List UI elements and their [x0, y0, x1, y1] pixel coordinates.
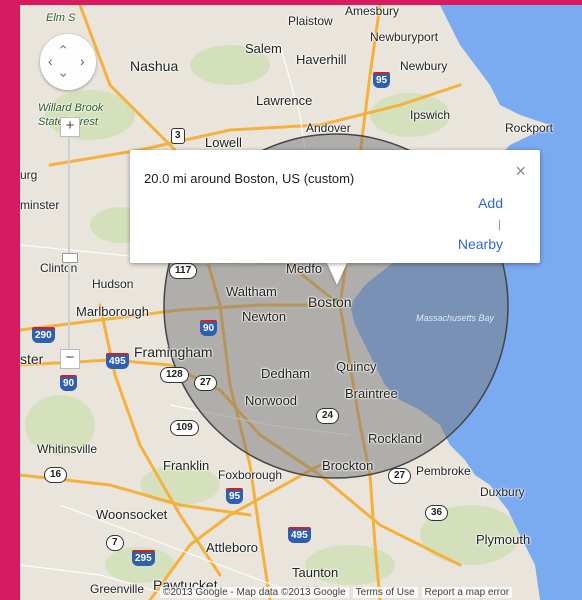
- pan-right-icon[interactable]: ›: [80, 54, 85, 68]
- report-error-link[interactable]: Report a map error: [421, 587, 513, 598]
- place-label: Boston: [308, 294, 352, 310]
- nearby-link[interactable]: Nearby: [458, 236, 503, 252]
- place-label: Marlborough: [76, 304, 149, 319]
- place-label: Brockton: [322, 458, 374, 473]
- place-label: Lawrence: [256, 93, 313, 108]
- interstate-shield: 495: [288, 527, 311, 543]
- close-icon[interactable]: ×: [515, 162, 526, 180]
- pan-control[interactable]: ‹ › ‹ ›: [40, 34, 96, 90]
- page-frame: Amesbury Plaistow Elm S Newburyport Sale…: [0, 0, 582, 600]
- place-label: minster: [20, 198, 60, 212]
- zoom-out-button[interactable]: −: [60, 349, 80, 369]
- state-route-shield: 24: [316, 408, 340, 424]
- place-label: Waltham: [226, 284, 277, 299]
- place-label: Medfo: [286, 261, 323, 276]
- place-label: Plaistow: [288, 14, 333, 28]
- state-route-shield: 27: [388, 468, 412, 484]
- water-label: Massachusetts Bay: [415, 313, 495, 323]
- place-label: Braintree: [345, 386, 398, 401]
- place-label: Ipswich: [410, 108, 451, 122]
- place-label: Duxbury: [480, 485, 525, 499]
- place-label: Quincy: [336, 359, 377, 374]
- place-label: Norwood: [245, 393, 298, 408]
- place-label: Pembroke: [416, 464, 471, 478]
- state-route-shield: 117: [169, 263, 198, 279]
- place-label: Whitinsville: [37, 442, 98, 456]
- terms-link[interactable]: Terms of Use: [352, 587, 418, 598]
- state-route-shield: 16: [44, 467, 68, 483]
- place-label: ster: [20, 351, 44, 367]
- interstate-shield: 495: [106, 353, 129, 369]
- place-label: Newton: [242, 309, 287, 324]
- zoom-slider-handle[interactable]: [62, 253, 78, 263]
- state-route-shield: 7: [106, 535, 124, 551]
- place-label: Salem: [245, 41, 282, 56]
- interstate-shield: 90: [60, 375, 78, 391]
- link-separator: |: [497, 217, 501, 231]
- zoom-in-button[interactable]: +: [60, 117, 80, 137]
- state-route-shield: 128: [160, 367, 189, 383]
- zoom-slider-track[interactable]: [68, 135, 70, 360]
- place-label: Newburyport: [370, 30, 439, 44]
- map-canvas[interactable]: Amesbury Plaistow Elm S Newburyport Sale…: [20, 5, 582, 600]
- place-label: Elm S: [46, 12, 76, 24]
- place-label: Clinton: [40, 261, 78, 275]
- place-label: Greenville: [90, 582, 145, 596]
- place-label: Willard Brook: [38, 102, 104, 114]
- place-label: Woonsocket: [96, 507, 168, 522]
- state-route-shield: 36: [425, 505, 449, 521]
- copyright-text: ©2013 Google - Map data ©2013 Google: [160, 587, 349, 598]
- us-route-shield: 3: [171, 128, 185, 144]
- interstate-shield: 295: [132, 550, 155, 566]
- place-label: Lowell: [205, 135, 242, 150]
- place-label: Framingham: [134, 344, 213, 360]
- place-label: urg: [20, 168, 38, 182]
- add-link[interactable]: Add: [478, 195, 503, 211]
- place-label: Nashua: [130, 58, 179, 74]
- place-label: Hudson: [92, 277, 134, 291]
- place-label: Rockland: [368, 431, 423, 446]
- place-label: Attleboro: [206, 540, 259, 555]
- state-route-shield: 27: [194, 375, 218, 391]
- place-label: Haverhill: [296, 52, 347, 67]
- interstate-shield: 290: [32, 327, 55, 343]
- state-route-shield: 109: [170, 420, 199, 436]
- place-label: Rockport: [505, 121, 554, 135]
- interstate-shield: 95: [226, 488, 244, 504]
- interstate-shield: 95: [373, 72, 391, 88]
- place-label: Franklin: [163, 458, 210, 473]
- place-label: Amesbury: [345, 5, 400, 18]
- popup-pointer: [327, 263, 347, 285]
- place-label: Taunton: [292, 565, 339, 580]
- info-popup: 20.0 mi around Boston, US (custom) × Add…: [130, 150, 540, 263]
- pan-up-icon[interactable]: ‹: [56, 45, 72, 50]
- interstate-shield: 90: [200, 320, 218, 336]
- map-footer: ©2013 Google - Map data ©2013 Google Term…: [160, 587, 582, 600]
- place-label: Plymouth: [476, 532, 531, 547]
- pan-down-icon[interactable]: ›: [56, 73, 72, 78]
- popup-title: 20.0 mi around Boston, US (custom): [144, 171, 355, 186]
- pan-left-icon[interactable]: ‹: [48, 54, 53, 68]
- place-label: Andover: [306, 121, 351, 135]
- place-label: Newbury: [400, 59, 448, 73]
- place-label: Dedham: [261, 366, 311, 381]
- place-label: Foxborough: [218, 468, 283, 482]
